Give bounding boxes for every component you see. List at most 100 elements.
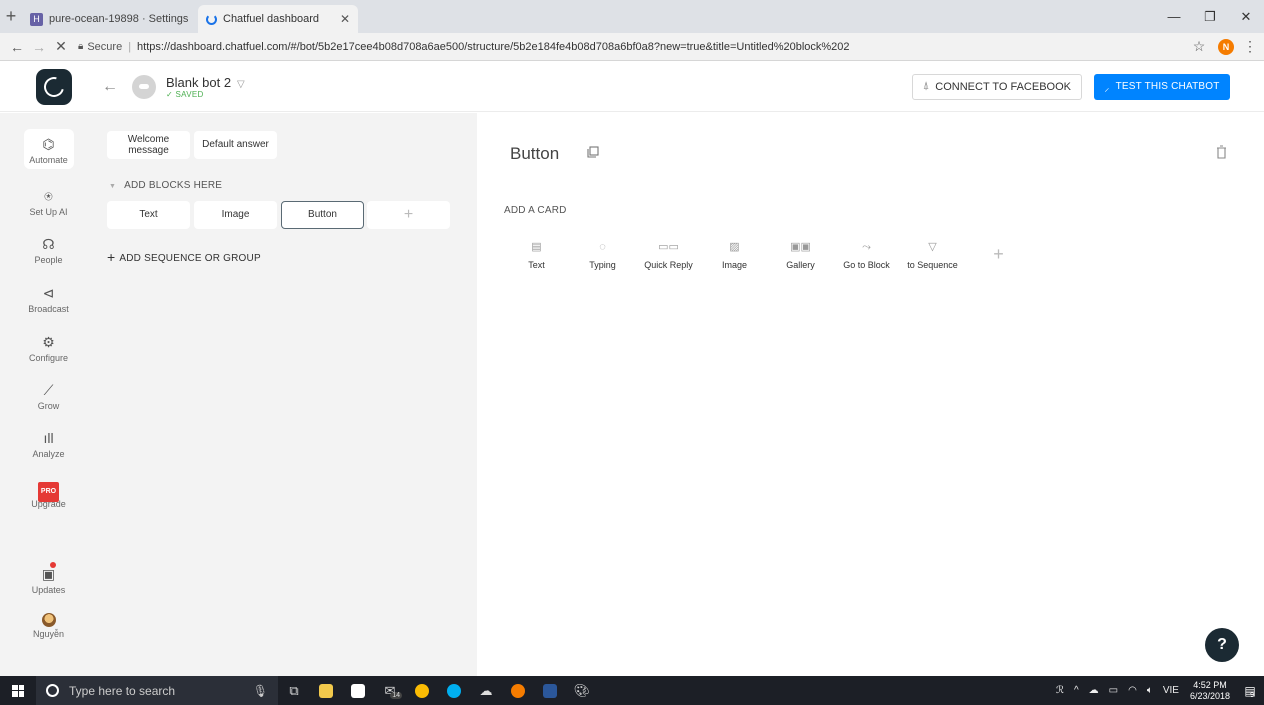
start-button[interactable]	[0, 684, 36, 697]
profile-avatar[interactable]: N	[1218, 38, 1234, 55]
bot-info[interactable]: Blank bot 2 ▽ ✓ SAVED	[166, 75, 245, 99]
task-view-icon[interactable]: ⧉	[278, 676, 310, 705]
stop-icon[interactable]: ✕	[50, 38, 72, 55]
updates-notification-dot	[49, 562, 56, 568]
typing-card-icon: ◌	[599, 240, 606, 253]
nav-automate[interactable]: ⌬ Automate	[0, 129, 97, 169]
people-tray-icon[interactable]: ℛ	[1056, 685, 1064, 696]
card-go-to-block[interactable]: ⤳ Go to Block	[834, 228, 900, 280]
go-to-block-card-icon: ⤳	[862, 240, 871, 253]
bot-name: Blank bot 2	[166, 74, 232, 90]
loading-spinner-icon	[206, 13, 217, 25]
language-indicator[interactable]: VIE	[1163, 685, 1179, 696]
tab-chatfuel-dashboard[interactable]: Chatfuel dashboard ✕	[198, 5, 358, 33]
clock[interactable]: 4:52 PM 6/23/2018	[1190, 680, 1230, 702]
url-separator: |	[128, 40, 132, 53]
block-image[interactable]: Image	[194, 201, 277, 229]
taskbar-search[interactable]: Type here to search 🎙︎	[36, 676, 278, 705]
block-text[interactable]: Text	[107, 201, 190, 229]
clock-time: 4:52 PM	[1193, 679, 1227, 690]
paint-icon[interactable]: 🎨︎	[566, 676, 598, 705]
nav-updates[interactable]: ▣ Updates	[0, 562, 97, 595]
battery-icon[interactable]: ▭	[1109, 685, 1118, 696]
lock-icon: 🔒︎	[78, 41, 84, 52]
megaphone-icon: ⊲	[42, 285, 55, 301]
default-answer-block[interactable]: Default answer	[194, 131, 277, 159]
tab-title: Chatfuel dashboard	[223, 13, 320, 25]
tab-close-icon[interactable]: ✕	[340, 12, 350, 26]
card-text[interactable]: ▤ Text	[504, 228, 570, 280]
new-tab-button[interactable]: +	[0, 0, 22, 33]
close-window-icon[interactable]: ✕	[1228, 0, 1264, 33]
restore-icon[interactable]: ❐	[1192, 0, 1228, 33]
heroku-favicon-icon: H	[30, 12, 43, 26]
block-title[interactable]: Button	[510, 144, 559, 164]
address-bar: ← → ✕ 🔒︎ Secure | https://dashboard.chat…	[0, 33, 1264, 61]
mail-count-badge: 14	[390, 692, 402, 699]
filter-card-icon: ▽	[928, 240, 937, 253]
microphone-icon[interactable]: 🎙︎	[253, 684, 268, 698]
bookmark-star-icon[interactable]: ☆	[1188, 38, 1210, 55]
connect-facebook-button[interactable]: ⍋ CONNECT TO FACEBOOK	[911, 73, 1082, 100]
add-blocks-header[interactable]: ▼ ADD BLOCKS HERE	[109, 180, 222, 191]
file-explorer-icon[interactable]	[310, 676, 342, 705]
add-block-button[interactable]: +	[367, 201, 450, 229]
nav-label: Nguyễn	[32, 629, 65, 639]
user-avatar	[41, 613, 56, 627]
grow-icon: ⟋	[43, 382, 54, 398]
mail-icon[interactable]: ✉ 14	[374, 676, 406, 705]
chatfuel-logo-icon[interactable]	[36, 68, 72, 105]
help-button[interactable]: ?	[1205, 628, 1239, 662]
soundcloud-icon[interactable]: ☁	[470, 676, 502, 705]
ai-icon: ⍟	[44, 188, 53, 204]
test-chatbot-button[interactable]: ⸝ TEST THIS CHATBOT	[1094, 73, 1230, 100]
nav-user-profile[interactable]: Nguyễn	[0, 613, 97, 639]
image-card-icon: ▨	[729, 240, 740, 253]
browser-menu-icon[interactable]: ⋮	[1242, 38, 1258, 55]
tab-heroku-settings[interactable]: H pure-ocean-19898 · Settings	[22, 5, 198, 33]
url-field[interactable]: 🔒︎ Secure | https://dashboard.chatfuel.c…	[78, 36, 1188, 58]
taskbar-apps: ⧉ ✉ 14 ☁ 🎨︎	[278, 676, 598, 705]
trash-icon[interactable]	[1216, 145, 1227, 159]
welcome-message-block[interactable]: Welcome message	[107, 131, 190, 159]
nav-broadcast[interactable]: ⊲ Broadcast	[0, 284, 97, 314]
back-arrow-icon[interactable]: ←	[102, 78, 118, 96]
more-cards-button[interactable]: +	[966, 228, 1032, 280]
back-icon[interactable]: ←	[6, 39, 28, 55]
word-icon[interactable]	[534, 676, 566, 705]
nav-people[interactable]: ☊ People	[0, 235, 97, 265]
block-button[interactable]: Button	[281, 201, 364, 229]
skype-icon[interactable]	[438, 676, 470, 705]
window-controls: — ❐ ✕	[1156, 0, 1264, 33]
card-toolbar: ▤ Text ◌ Typing ▭▭ Quick Reply ▨ Image ▣…	[504, 228, 1032, 280]
nav-label: Automate	[29, 155, 68, 165]
windows-logo-icon	[12, 684, 24, 697]
store-icon[interactable]	[342, 676, 374, 705]
action-center-icon[interactable]: ▤ 9	[1236, 676, 1264, 705]
card-to-sequence[interactable]: ▽ to Sequence	[900, 228, 966, 280]
card-image[interactable]: ▨ Image	[702, 228, 768, 280]
copy-icon[interactable]	[587, 146, 599, 158]
nav-upgrade[interactable]: PRO Upgrade	[0, 479, 97, 509]
wifi-icon[interactable]: ◠	[1128, 685, 1137, 696]
forward-icon[interactable]: →	[28, 39, 50, 55]
nav-grow[interactable]: ⟋ Grow	[0, 381, 97, 411]
onedrive-icon[interactable]: ☁	[1089, 685, 1099, 696]
nav-label: Set Up AI	[29, 207, 68, 217]
card-typing[interactable]: ◌ Typing	[570, 228, 636, 280]
left-nav: ⌬ Automate ⍟ Set Up AI ☊ People ⊲ Broadc…	[0, 113, 97, 676]
card-quick-reply[interactable]: ▭▭ Quick Reply	[636, 228, 702, 280]
chrome-icon[interactable]	[406, 676, 438, 705]
rocket-icon: ⍋	[922, 80, 930, 92]
minimize-icon[interactable]: —	[1156, 0, 1192, 33]
add-sequence-button[interactable]: + ADD SEQUENCE OR GROUP	[107, 249, 261, 265]
chevron-up-icon[interactable]: ^	[1074, 685, 1079, 696]
nav-analyze[interactable]: ıll Analyze	[0, 429, 97, 459]
nav-setup-ai[interactable]: ⍟ Set Up AI	[0, 187, 97, 217]
card-gallery[interactable]: ▣▣ Gallery	[768, 228, 834, 280]
text-card-icon: ▤	[531, 240, 542, 253]
nav-configure[interactable]: ⚙ Configure	[0, 333, 97, 363]
pen-app-icon[interactable]	[502, 676, 534, 705]
updates-icon: ▣	[42, 562, 56, 583]
volume-icon[interactable]: 🔈︎	[1147, 685, 1153, 696]
